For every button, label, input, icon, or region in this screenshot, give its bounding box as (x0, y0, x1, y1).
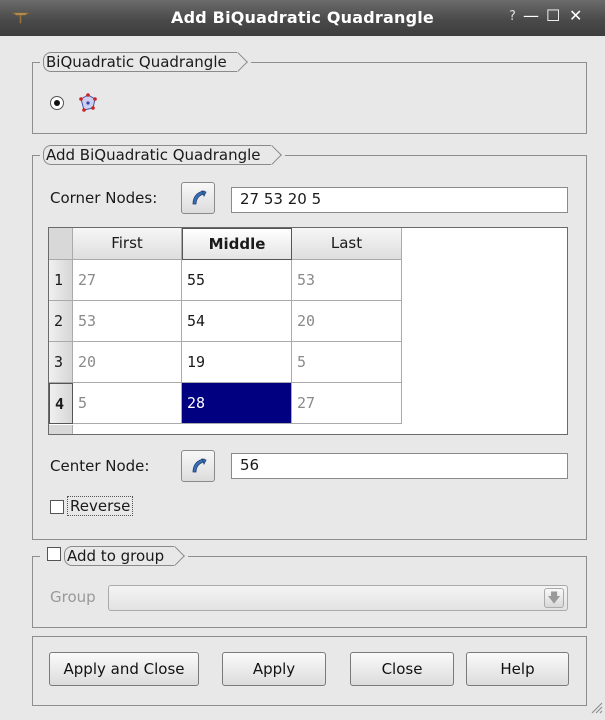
nodes-table: First Middle Last 1 27 55 53 2 53 54 20 … (48, 227, 568, 435)
arguments-group-title: Add BiQuadratic Quadrangle (40, 144, 285, 166)
resize-grip-icon[interactable] (589, 700, 603, 718)
column-header-middle[interactable]: Middle (182, 228, 292, 260)
center-node-label: Center Node: (50, 457, 150, 475)
center-node-select-button[interactable] (181, 450, 215, 482)
table-cell-middle[interactable]: 55 (182, 260, 292, 301)
column-header-first[interactable]: First (73, 228, 182, 260)
add-to-group-checkbox[interactable] (47, 547, 61, 561)
column-header-last[interactable]: Last (292, 228, 402, 260)
row-header-active[interactable]: 4 (49, 383, 73, 424)
help-button[interactable]: Help (466, 652, 569, 686)
table-cell-first[interactable]: 27 (73, 260, 182, 301)
table-cell-first[interactable]: 20 (73, 342, 182, 383)
table-cell-middle-selected[interactable]: 28 (182, 383, 292, 424)
reverse-checkbox[interactable] (50, 500, 64, 514)
group-combobox[interactable]: 🡇 (108, 585, 568, 611)
title-bar[interactable]: Add BiQuadratic Quadrangle ? — ☐ ✕ (0, 0, 605, 36)
corner-nodes-field[interactable]: 27 53 20 5 (231, 187, 568, 213)
apply-button[interactable]: Apply (222, 652, 326, 686)
group-label: Group (50, 588, 96, 606)
corner-nodes-select-button[interactable] (181, 182, 215, 214)
row-header[interactable]: 1 (49, 260, 73, 301)
center-node-field[interactable]: 56 (231, 453, 568, 479)
minimize-button[interactable]: — (523, 6, 539, 25)
table-cell-last[interactable]: 27 (292, 383, 402, 424)
element-type-group-title: BiQuadratic Quadrangle (40, 51, 251, 73)
context-help-button[interactable]: ? (509, 9, 516, 24)
table-cell-middle[interactable]: 19 (182, 342, 292, 383)
table-cell-last[interactable]: 20 (292, 301, 402, 342)
table-cell-first[interactable]: 5 (73, 383, 182, 424)
maximize-button[interactable]: ☐ (546, 6, 560, 25)
close-button[interactable]: Close (350, 652, 454, 686)
table-cell-last[interactable]: 53 (292, 260, 402, 301)
selection-arrow-icon (192, 458, 207, 473)
close-window-button[interactable]: ✕ (569, 6, 582, 25)
biquadratic-quadrangle-icon (78, 93, 98, 117)
table-corner[interactable] (49, 228, 73, 260)
table-cell-middle[interactable]: 54 (182, 301, 292, 342)
selection-arrow-icon (192, 190, 207, 205)
reverse-label[interactable]: Reverse (67, 496, 134, 516)
row-header[interactable]: 2 (49, 301, 73, 342)
table-filler (49, 425, 73, 434)
element-type-group: BiQuadratic Quadrangle (32, 51, 587, 134)
apply-and-close-button[interactable]: Apply and Close (49, 652, 199, 686)
row-header[interactable]: 3 (49, 342, 73, 383)
add-to-group-title[interactable]: Add to group (40, 545, 189, 567)
arrow-down-icon[interactable]: 🡇 (544, 588, 564, 608)
corner-nodes-label: Corner Nodes: (50, 189, 158, 207)
table-cell-last[interactable]: 5 (292, 342, 402, 383)
table-cell-first[interactable]: 53 (73, 301, 182, 342)
biquadratic-radio[interactable] (50, 96, 64, 110)
